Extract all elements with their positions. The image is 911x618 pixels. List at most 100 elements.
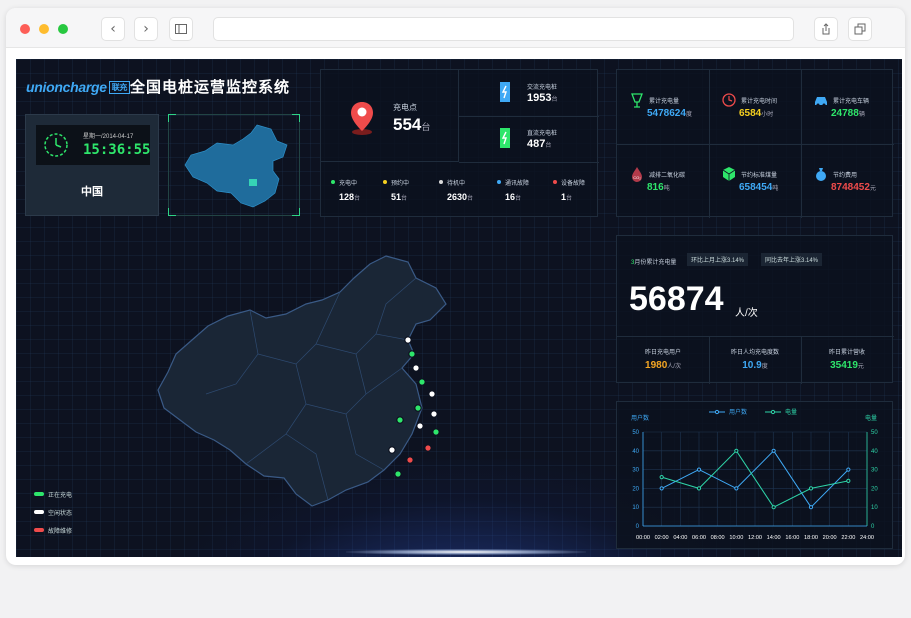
y-tick-left: 30 [632,468,639,474]
station-marker[interactable] [432,428,440,436]
tabs-icon[interactable] [848,17,872,41]
data-point[interactable] [846,467,851,472]
y-tick-right: 50 [871,430,878,436]
station-marker[interactable] [404,336,412,344]
station-marker[interactable] [418,378,426,386]
x-tick-label: 10:00 [729,535,743,541]
forward-arrow-icon[interactable]: › [134,17,158,41]
station-marker[interactable] [408,350,416,358]
status-dot [331,180,335,184]
share-icon[interactable] [814,17,838,41]
usage-line-chart: 用户数 电量用户数 电量0 010 1020 2030 3040 4050 5000:00 02:… [631,408,878,541]
system-title: 全国电桩运营监控系统 [130,79,291,96]
x-tick-label: 12:00 [748,535,762,541]
country-label: 中国 [81,186,103,198]
station-marker[interactable] [428,390,436,398]
y-tick-right: 30 [871,468,878,474]
monthly-panel: 3月份累计充电量 环比上月上涨3.14% 同比去年上涨3.14% 56874 人… [616,235,894,384]
svg-text:CO₂: CO₂ [633,175,641,180]
x-tick-label: 14:00 [767,535,781,541]
y-axis-right-label: 电量 [865,414,877,422]
clock-panel: 星期一/2014-04-17 15:36:55 中国 [25,114,159,216]
data-point[interactable] [771,505,776,510]
status-label: 通讯故障 [505,181,530,187]
status-value: 51台 [391,192,408,202]
status-value: 1台 [561,192,573,202]
station-marker[interactable] [406,456,414,464]
data-point[interactable] [734,448,739,453]
status-dot [439,180,443,184]
x-tick-label: 04:00 [673,535,687,541]
total-value: 6584小时 [739,108,774,119]
station-marker[interactable] [416,422,424,430]
car-icon [815,97,827,107]
legend-marker [770,409,776,415]
cube-icon [722,167,736,181]
ac-charger-icon [500,82,510,102]
charging-point-label: 充电点 [393,103,417,112]
status-value: 16台 [505,192,522,202]
sidebar-icon[interactable] [169,17,193,41]
y-tick-left: 40 [632,449,639,455]
data-point[interactable] [696,467,702,472]
minimize-dot[interactable] [39,24,49,34]
monthly-value: 56874 [629,280,724,318]
close-dot[interactable] [20,24,30,34]
data-point[interactable] [771,448,776,453]
status-label: 预约中 [391,181,410,187]
dc-charger-value: 487台 [527,138,552,150]
data-point[interactable] [659,486,664,491]
dc-charger-icon [500,128,510,148]
current-time: 15:36:55 [83,142,151,158]
total-label: 减排二氧化碳 [649,173,686,179]
x-tick-label: 16:00 [785,535,799,541]
y-tick-left: 50 [632,430,639,436]
x-tick-label: 06:00 [692,535,706,541]
legend-label: 用户数 [729,408,747,416]
money-bag-icon [816,168,826,181]
station-marker[interactable] [414,404,422,412]
current-date: 星期一/2014-04-17 [83,134,134,140]
status-dot [497,180,501,184]
yesterday-label: 昨日累计营收 [828,350,865,356]
yoy-badge: 同比去年上涨3.14% [761,253,823,266]
data-point[interactable] [659,475,664,480]
station-marker[interactable] [424,444,432,452]
station-marker[interactable] [396,416,404,424]
data-point[interactable] [734,486,739,491]
data-point[interactable] [696,486,702,491]
cup-icon [631,93,643,108]
y-tick-right: 40 [871,449,878,455]
location-pin-icon [351,102,373,135]
ac-charger-value: 1953台 [527,92,558,104]
station-marker[interactable] [388,446,396,454]
data-point[interactable] [808,486,814,491]
status-dot [383,180,387,184]
monthly-unit: 人/次 [735,308,758,319]
monthly-label: 3月份累计充电量 [631,260,677,266]
station-marker[interactable] [430,410,438,418]
x-tick-label: 02:00 [655,535,669,541]
map-legend-item: 正在充电 [34,490,72,499]
y-tick-right: 10 [871,505,878,511]
x-tick-label: 18:00 [804,535,818,541]
back-arrow-icon[interactable]: ‹ [101,17,125,41]
ac-charger-label: 交流充电桩 [527,85,558,91]
address-bar[interactable] [213,17,794,41]
y-tick-left: 20 [632,486,639,492]
station-marker[interactable] [394,470,402,478]
charging-panel: 充电点 554台 交流充电桩 1953台 直流充电桩 487台 充电中 128台 预… [320,69,599,217]
total-value: 24788辆 [831,108,865,119]
clock-icon [722,93,736,107]
data-point[interactable] [808,505,814,510]
maximize-dot[interactable] [58,24,68,34]
total-label: 节约费用 [833,173,858,179]
y-tick-right: 0 [871,524,875,530]
data-point[interactable] [846,478,851,483]
china-map[interactable] [146,244,486,514]
total-value: 5478624度 [647,108,692,119]
x-tick-label: 22:00 [841,535,855,541]
status-label: 待机中 [447,181,466,187]
mini-map[interactable] [168,114,300,216]
station-marker[interactable] [412,364,420,372]
